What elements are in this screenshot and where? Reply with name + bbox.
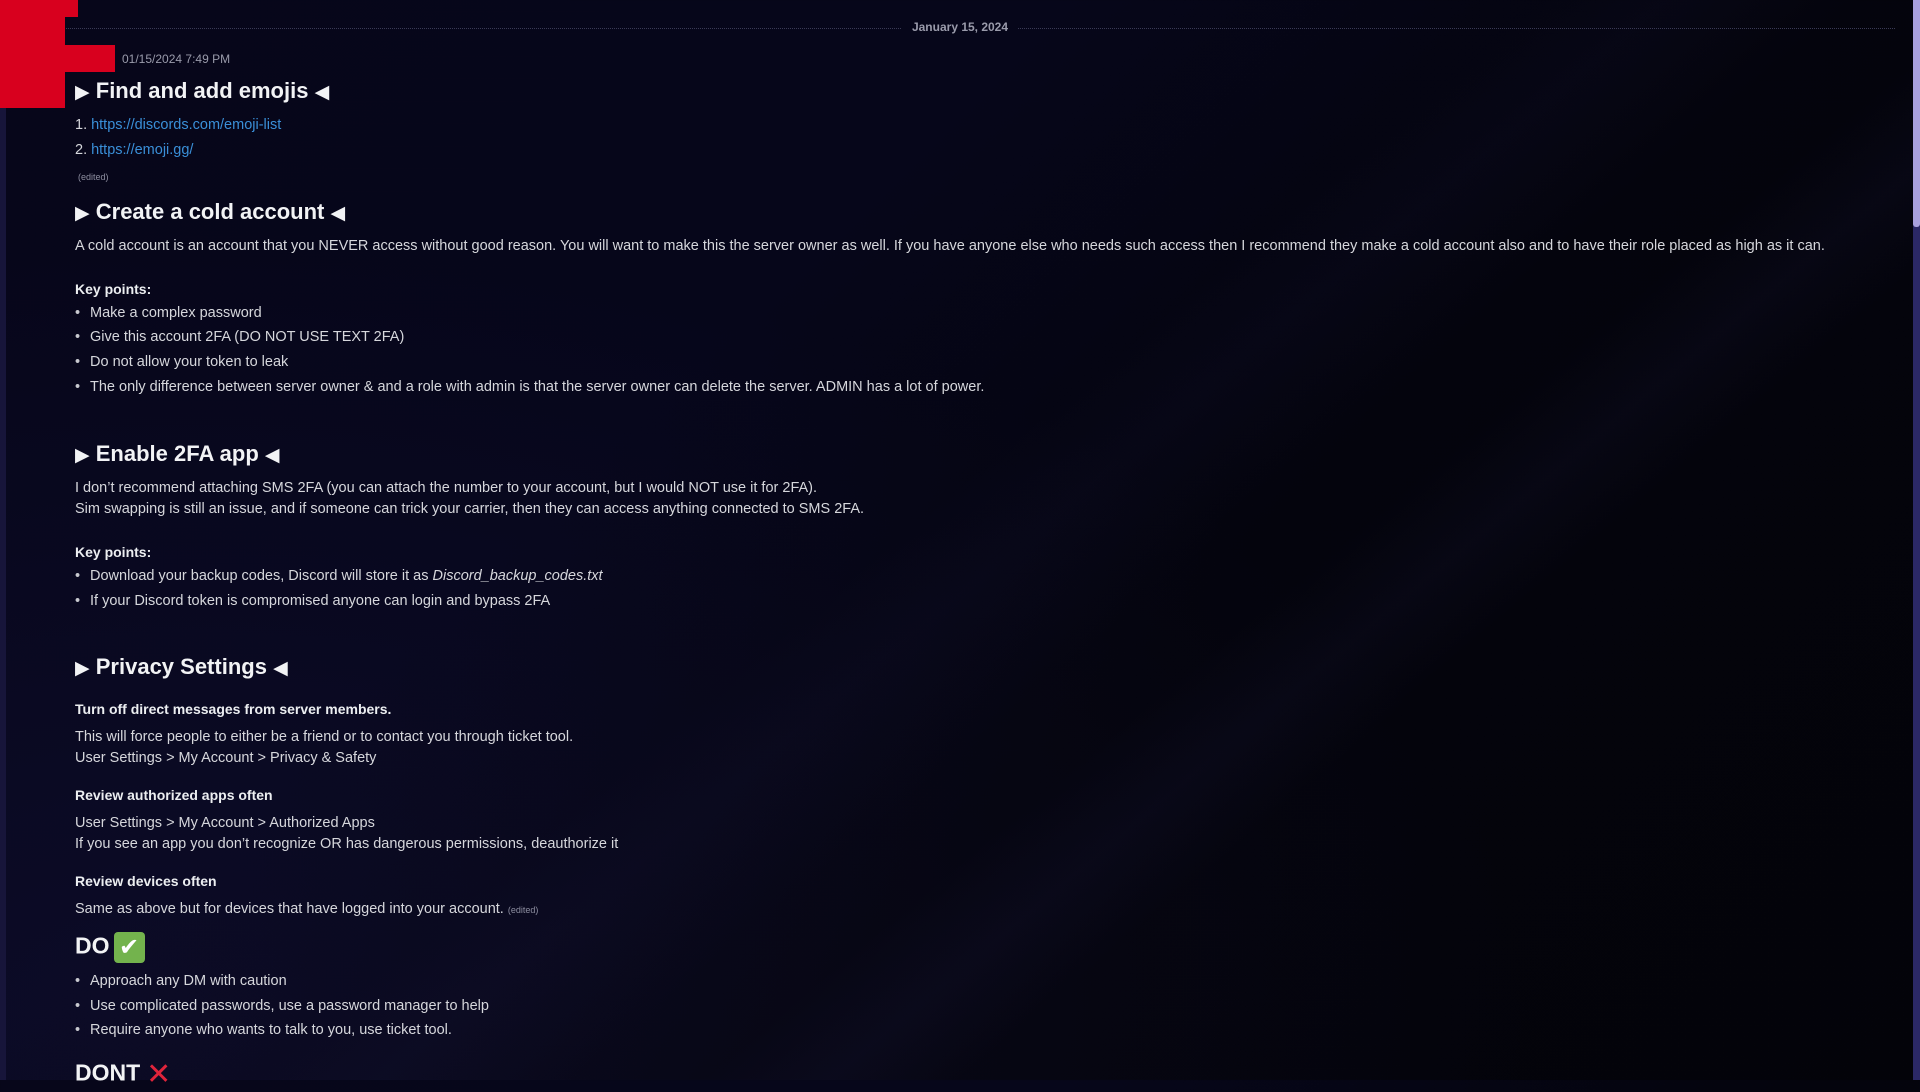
edited-marker: (edited) bbox=[507, 905, 539, 915]
list-item: Require anyone who wants to talk to you,… bbox=[75, 1022, 452, 1038]
subheading-authorized-apps: Review authorized apps often bbox=[75, 787, 273, 803]
twofa-line: I don’t recommend attaching SMS 2FA (you… bbox=[75, 480, 818, 496]
link-emoji-gg[interactable]: https://emoji.gg/ bbox=[91, 142, 193, 158]
triangle-right-icon: ▶ bbox=[75, 445, 90, 466]
key-points-label: Key points: bbox=[75, 281, 152, 297]
privacy-line: User Settings > My Account > Privacy & S… bbox=[75, 750, 377, 766]
date-divider-label: January 15, 2024 bbox=[901, 20, 1019, 34]
edited-marker: (edited) bbox=[78, 172, 109, 182]
triangle-left-icon: ◀ bbox=[264, 445, 280, 466]
privacy-line: This will force people to either be a fr… bbox=[75, 729, 574, 745]
list-item: Approach any DM with caution bbox=[75, 973, 287, 989]
list-item: Do not allow your token to leak bbox=[75, 354, 288, 370]
privacy-line: User Settings > My Account > Authorized … bbox=[75, 815, 375, 831]
list-item: Give this account 2FA (DO NOT USE TEXT 2… bbox=[75, 329, 404, 345]
key-points-label: Key points: bbox=[75, 544, 152, 560]
check-mark-icon: ✔ bbox=[113, 932, 145, 963]
link-discords-emoji-list[interactable]: https://discords.com/emoji-list bbox=[91, 117, 281, 133]
subheading-devices: Review devices often bbox=[75, 873, 217, 889]
background-streaks bbox=[0, 0, 1920, 1080]
heading-cold-account: ▶ Create a cold account ◀ bbox=[75, 199, 346, 224]
left-edge-strip bbox=[0, 0, 6, 1080]
scrollbar-thumb[interactable] bbox=[1913, 0, 1920, 227]
message-timestamp[interactable]: 01/15/2024 7:49 PM bbox=[122, 52, 230, 66]
dont-heading: DONT ✕ bbox=[75, 1058, 172, 1091]
triangle-right-icon: ▶ bbox=[75, 82, 90, 103]
redacted-username bbox=[65, 45, 115, 72]
list-item: Make a complex password bbox=[75, 305, 262, 321]
cross-mark-icon: ✕ bbox=[146, 1058, 172, 1091]
triangle-right-icon: ▶ bbox=[75, 658, 90, 679]
list-item: If your Discord token is compromised any… bbox=[75, 593, 550, 609]
triangle-left-icon: ◀ bbox=[314, 82, 330, 103]
do-heading: DO ✔ bbox=[75, 932, 145, 963]
twofa-line: Sim swapping is still an issue, and if s… bbox=[75, 501, 865, 517]
subheading-dms: Turn off direct messages from server mem… bbox=[75, 701, 392, 717]
heading-find-emojis: ▶ Find and add emojis ◀ bbox=[75, 78, 330, 103]
list-item: Use complicated passwords, use a passwor… bbox=[75, 998, 489, 1014]
list-item: 2. https://emoji.gg/ bbox=[75, 142, 194, 158]
list-item: 1. https://discords.com/emoji-list bbox=[75, 117, 282, 133]
redacted-avatar bbox=[0, 0, 78, 17]
privacy-line: Same as above but for devices that have … bbox=[75, 901, 539, 917]
heading-enable-2fa: ▶ Enable 2FA app ◀ bbox=[75, 441, 280, 466]
list-item: Download your backup codes, Discord will… bbox=[75, 568, 603, 584]
redacted-avatar bbox=[0, 17, 65, 108]
list-item: The only difference between server owner… bbox=[75, 379, 984, 395]
cold-account-paragraph: A cold account is an account that you NE… bbox=[75, 238, 1825, 254]
triangle-left-icon: ◀ bbox=[273, 658, 288, 679]
privacy-line: If you see an app you don’t recognize OR… bbox=[75, 836, 619, 852]
triangle-right-icon: ▶ bbox=[75, 203, 90, 224]
heading-privacy-settings: ▶ Privacy Settings ◀ bbox=[75, 654, 288, 679]
triangle-left-icon: ◀ bbox=[330, 203, 346, 224]
